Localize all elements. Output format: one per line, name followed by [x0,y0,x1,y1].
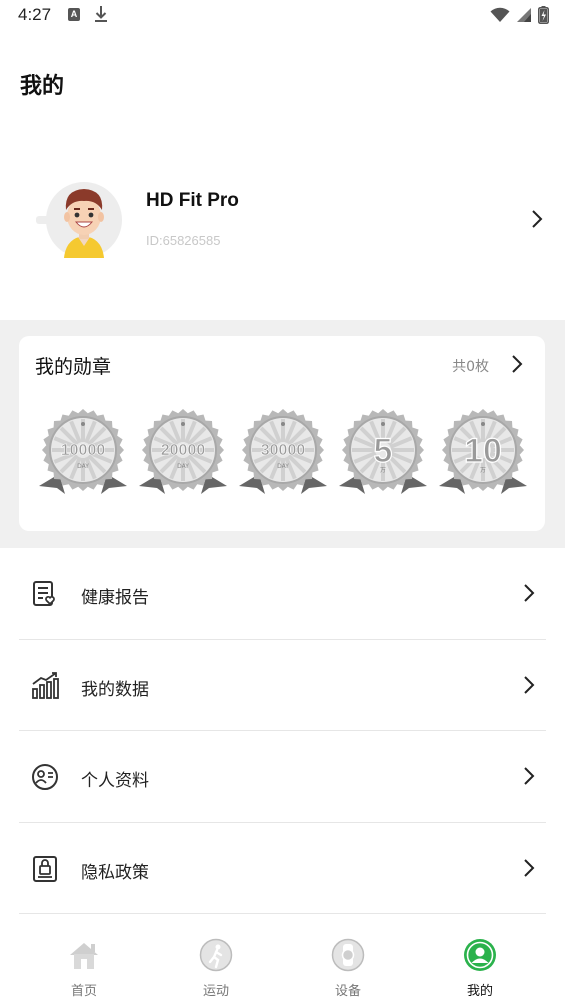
bottom-tab-bar: 首页 运动 设备 我的 [0,930,565,1004]
profile-name: HD Fit Pro [146,190,239,211]
menu-item-label: 个人资料 [81,771,149,791]
running-icon [199,938,233,972]
badge-value: 5 [374,432,393,470]
status-time: 4:27 [18,5,52,24]
chevron-right-icon [522,857,536,883]
menu-item-profile-info[interactable]: 个人资料 [0,731,565,823]
download-icon [94,5,108,27]
badge-unit: DAY [77,463,89,470]
watch-icon [331,938,365,972]
tab-home[interactable]: 首页 [34,936,134,1000]
tab-label: 运动 [202,984,229,999]
badge-list: 10000 DAY 20000 DAY 30000 DAY 5 万 10 万 [35,408,535,504]
tab-device[interactable]: 设备 [298,936,398,1000]
tab-label: 设备 [334,984,361,999]
badge-medal[interactable]: 30000 DAY [235,408,331,504]
privacy-lock-icon [30,854,60,884]
menu-item-my-data[interactable]: 我的数据 [0,640,565,731]
badge-value: 10000 [61,442,106,459]
profile-card[interactable]: HD Fit Pro ID:65826585 [0,160,565,280]
health-report-icon [30,579,60,609]
badge-card[interactable]: 我的勋章 共0枚 10000 DAY 20000 DAY 30000 DAY 5 万 10 万 [19,336,545,531]
badge-unit: DAY [177,463,189,470]
badge-value: 10 [464,432,502,470]
menu-item-label: 健康报告 [81,588,149,608]
status-indicators [490,6,549,28]
badge-unit: 万 [380,467,386,474]
chevron-right-icon [522,765,536,791]
badge-medal[interactable]: 10 万 [435,408,531,504]
badge-section-title: 我的勋章 [35,356,112,378]
battery-icon [538,6,549,28]
profile-info-icon [30,762,60,792]
menu-item-privacy-policy[interactable]: 隐私政策 [0,823,565,914]
badge-unit: 万 [480,467,486,474]
badge-medal[interactable]: 5万 [335,408,431,504]
badge-unit: DAY [277,463,289,470]
badge-medal[interactable]: 10000 DAY [35,408,131,504]
tab-exercise[interactable]: 运动 [166,936,266,1000]
home-icon [67,938,101,972]
badge-value: 20000 [161,442,206,459]
chevron-right-icon[interactable] [530,208,544,234]
tab-mine[interactable]: 我的 [430,936,530,1000]
status-bar: 4:27 A [0,0,565,32]
chevron-right-icon [522,674,536,700]
badge-value: 30000 [261,442,306,459]
tab-label: 我的 [466,984,493,999]
settings-menu: 健康报告 我的数据 个人资料 隐私政策 [0,548,565,914]
page-title: 我的 [20,74,65,99]
chevron-right-icon[interactable] [511,354,523,378]
wifi-icon [490,7,510,27]
data-chart-icon [30,671,60,701]
tab-label: 首页 [70,984,97,999]
notification-a-icon: A [68,8,80,21]
profile-id: ID:65826585 [146,233,221,248]
menu-item-label: 我的数据 [81,679,149,700]
badge-count: 共0枚 [452,359,489,375]
badge-medal[interactable]: 20000 DAY [135,408,231,504]
chevron-right-icon [522,582,536,608]
menu-item-health-report[interactable]: 健康报告 [0,548,565,640]
avatar[interactable] [36,180,124,260]
menu-item-label: 隐私政策 [81,862,149,883]
cellular-signal-icon [516,7,532,27]
user-icon [463,938,497,972]
divider [19,913,546,914]
